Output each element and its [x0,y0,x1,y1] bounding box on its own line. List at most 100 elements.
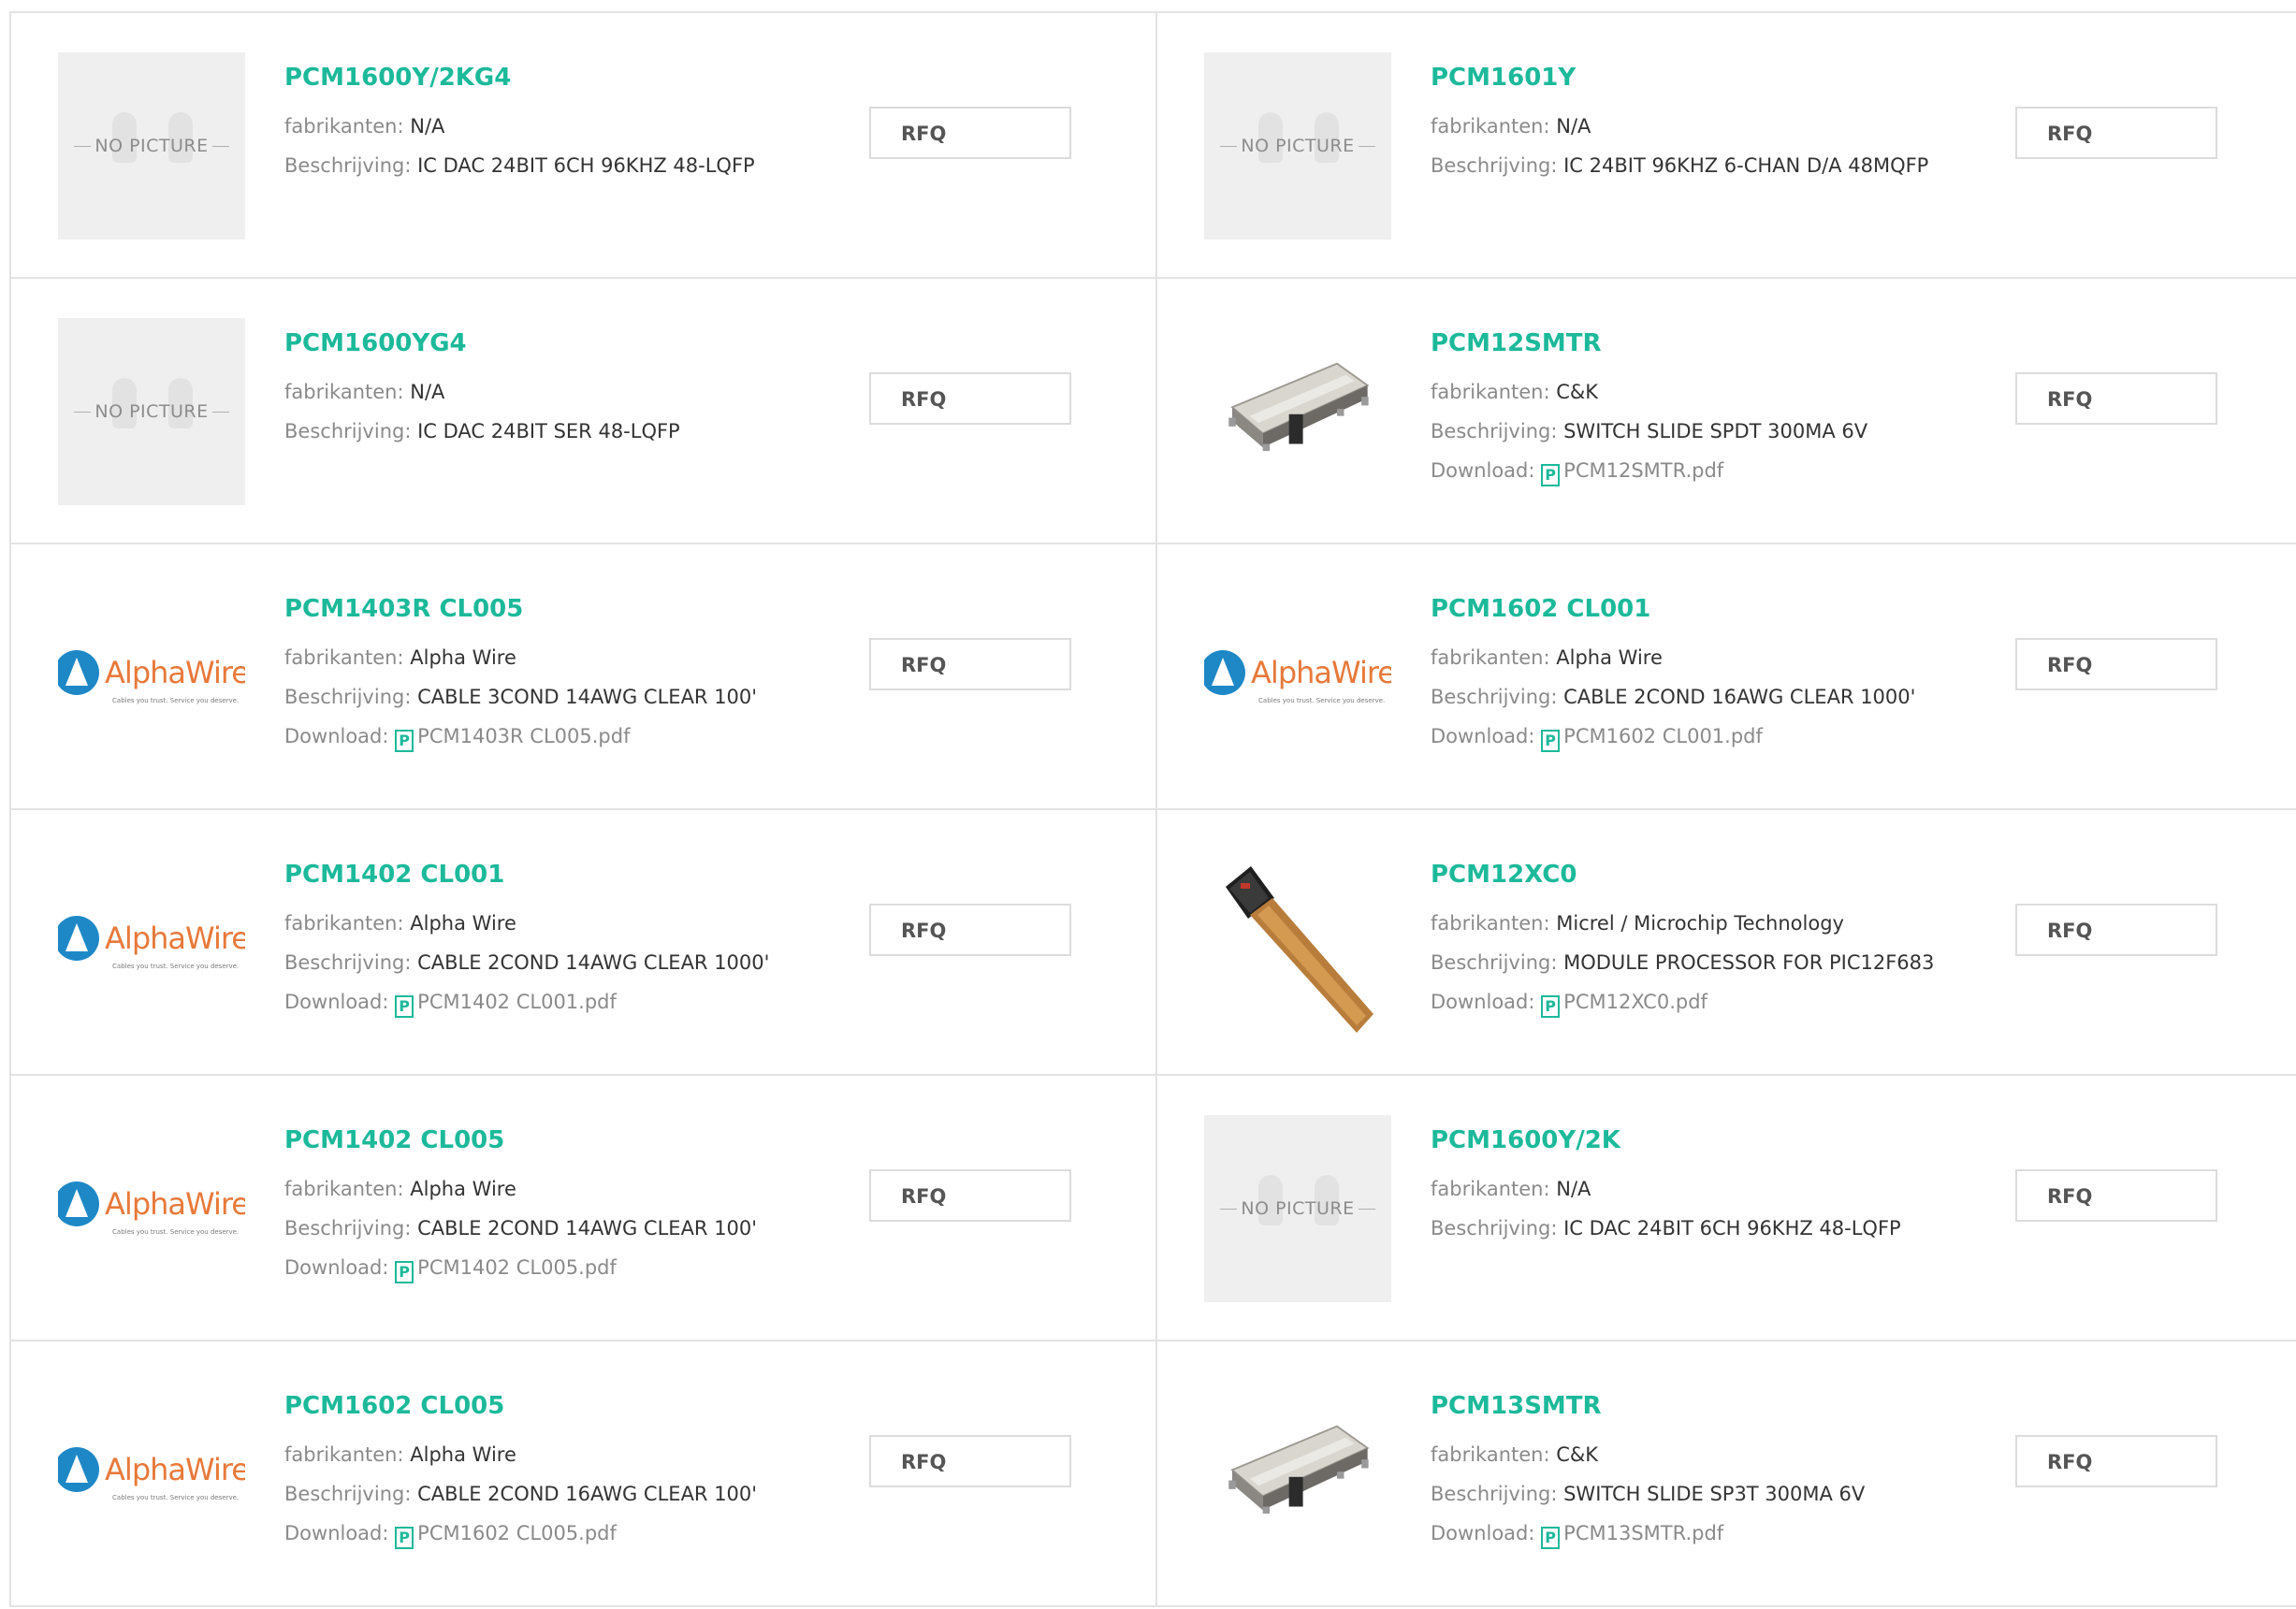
description-row: Beschrijving: IC DAC 24BIT 6CH 96KHZ 48-… [1431,1209,2011,1248]
product-info: PCM1600YG4 fabrikanten: N/A Beschrijving… [284,327,865,451]
part-number-link[interactable]: PCM1600Y/2K [1431,1124,2011,1156]
manufacturer-row: fabrikanten: Alpha Wire [284,904,865,943]
manufacturer-value: C&K [1556,381,1599,403]
alpha-wire-logo-icon [58,1181,100,1226]
part-number-link[interactable]: PCM1601Y [1431,62,2011,94]
download-label: Download: [284,725,389,747]
manufacturer-row: fabrikanten: Alpha Wire [284,1169,865,1209]
no-picture-text: NO PICTURE [74,401,228,422]
rfq-button[interactable]: RFQ [869,904,1071,956]
datasheet-filename[interactable]: PCM1403R CL005.pdf [417,725,630,747]
product-card: AlphaWire Cables you trust. Service you d… [11,1341,1157,1607]
manufacturer-label: fabrikanten: [1431,1178,1550,1200]
download-row: Download: P PCM1402 CL005.pdf [284,1248,865,1287]
download-row: Download: P PCM1602 CL005.pdf [284,1514,865,1553]
manufacturer-label: fabrikanten: [284,381,404,403]
rfq-button[interactable]: RFQ [2015,372,2217,425]
rfq-button[interactable]: RFQ [869,638,1071,690]
description-value: SWITCH SLIDE SPDT 300MA 6V [1563,420,1868,442]
rfq-button[interactable]: RFQ [2015,1435,2217,1487]
rfq-button[interactable]: RFQ [2015,904,2217,956]
product-image[interactable]: AlphaWire Cables you trust. Service you d… [58,584,245,771]
description-value: CABLE 2COND 14AWG CLEAR 100' [417,1217,758,1239]
product-card: NO PICTURE PCM1600Y/2KG4 fabrikanten: N/… [11,13,1157,279]
manufacturer-value: N/A [1556,115,1591,138]
product-image[interactable] [1204,849,1391,1036]
datasheet-link[interactable]: P PCM1602 CL005.pdf [395,1522,617,1549]
product-card: AlphaWire Cables you trust. Service you d… [11,544,1157,810]
datasheet-filename[interactable]: PCM1602 CL001.pdf [1563,725,1763,747]
rfq-button[interactable]: RFQ [2015,107,2217,159]
product-image[interactable]: AlphaWire Cables you trust. Service you d… [58,849,245,1036]
alpha-wire-logo-icon [58,650,100,695]
alpha-wire-logo-text: AlphaWire [105,1186,245,1222]
product-image[interactable]: AlphaWire Cables you trust. Service you d… [1204,584,1391,771]
rfq-button[interactable]: RFQ [869,1169,1071,1222]
product-image[interactable]: NO PICTURE [58,318,245,505]
product-image[interactable]: NO PICTURE [58,52,245,239]
part-number-link[interactable]: PCM1600YG4 [284,327,865,359]
description-label: Beschrijving: [284,951,412,974]
description-value: CABLE 2COND 16AWG CLEAR 100' [417,1483,758,1505]
no-picture-text: NO PICTURE [74,136,228,156]
part-number-link[interactable]: PCM13SMTR [1431,1390,2011,1422]
datasheet-link[interactable]: P PCM13SMTR.pdf [1541,1522,1723,1549]
product-image[interactable]: NO PICTURE [1204,1115,1391,1302]
product-image[interactable] [1204,1381,1391,1568]
part-number-link[interactable]: PCM12XC0 [1431,859,2011,891]
product-info: PCM1403R CL005 fabrikanten: Alpha Wire B… [284,593,865,756]
manufacturer-value: C&K [1556,1443,1599,1466]
datasheet-filename[interactable]: PCM1602 CL005.pdf [417,1522,617,1544]
description-label: Beschrijving: [284,1483,412,1505]
rfq-button[interactable]: RFQ [869,107,1071,159]
part-number-link[interactable]: PCM1403R CL005 [284,593,865,625]
product-image[interactable]: NO PICTURE [1204,52,1391,239]
datasheet-filename[interactable]: PCM12SMTR.pdf [1563,459,1723,482]
datasheet-link[interactable]: P PCM1402 CL005.pdf [395,1256,617,1283]
description-row: Beschrijving: SWITCH SLIDE SPDT 300MA 6V [1431,412,2011,451]
slide-switch-image [1228,362,1370,451]
datasheet-filename[interactable]: PCM1402 CL001.pdf [417,991,617,1013]
description-row: Beschrijving: IC DAC 24BIT SER 48-LQFP [284,412,865,451]
product-image[interactable]: AlphaWire Cables you trust. Service you d… [58,1115,245,1302]
datasheet-link[interactable]: P PCM1403R CL005.pdf [395,725,631,752]
product-image[interactable]: AlphaWire Cables you trust. Service you d… [58,1381,245,1568]
part-number-link[interactable]: PCM1602 CL001 [1431,593,2011,625]
datasheet-link[interactable]: P PCM1402 CL001.pdf [395,991,617,1018]
product-image[interactable] [1204,318,1391,505]
product-card: NO PICTURE PCM1600YG4 fabrikanten: N/A B… [11,279,1157,544]
manufacturer-row: fabrikanten: N/A [1431,1169,2011,1209]
rfq-button[interactable]: RFQ [2015,638,2217,690]
part-number-link[interactable]: PCM1402 CL001 [284,859,865,891]
datasheet-filename[interactable]: PCM13SMTR.pdf [1563,1522,1723,1544]
rfq-button[interactable]: RFQ [2015,1169,2217,1222]
rfq-button[interactable]: RFQ [869,372,1071,425]
part-number-link[interactable]: PCM1602 CL005 [284,1390,865,1422]
product-card: AlphaWire Cables you trust. Service you d… [11,810,1157,1076]
description-row: Beschrijving: CABLE 2COND 16AWG CLEAR 10… [284,1474,865,1514]
part-number-link[interactable]: PCM1402 CL005 [284,1124,865,1156]
description-row: Beschrijving: SWITCH SLIDE SP3T 300MA 6V [1431,1474,2011,1514]
rfq-button[interactable]: RFQ [869,1435,1071,1487]
product-info: PCM1602 CL001 fabrikanten: Alpha Wire Be… [1431,593,2011,756]
description-row: Beschrijving: IC 24BIT 96KHZ 6-CHAN D/A … [1431,146,2011,185]
part-number-link[interactable]: PCM1600Y/2KG4 [284,62,865,94]
datasheet-link[interactable]: P PCM12SMTR.pdf [1541,459,1723,486]
description-label: Beschrijving: [284,154,412,177]
datasheet-link[interactable]: P PCM12XC0.pdf [1541,991,1707,1018]
manufacturer-row: fabrikanten: Alpha Wire [284,1435,865,1474]
product-card: NO PICTURE PCM1601Y fabrikanten: N/A Bes… [1157,13,2296,279]
description-label: Beschrijving: [1431,951,1558,974]
download-label: Download: [284,1256,389,1279]
datasheet-filename[interactable]: PCM12XC0.pdf [1563,991,1707,1013]
description-row: Beschrijving: CABLE 3COND 14AWG CLEAR 10… [284,677,865,717]
manufacturer-row: fabrikanten: C&K [1431,1435,2011,1474]
manufacturer-label: fabrikanten: [284,1178,404,1200]
manufacturer-label: fabrikanten: [1431,646,1550,669]
datasheet-link[interactable]: P PCM1602 CL001.pdf [1541,725,1763,752]
manufacturer-value: Micrel / Microchip Technology [1556,912,1844,935]
manufacturer-row: fabrikanten: Alpha Wire [1431,638,2011,677]
part-number-link[interactable]: PCM12SMTR [1431,327,2011,359]
datasheet-filename[interactable]: PCM1402 CL005.pdf [417,1256,617,1279]
description-label: Beschrijving: [1431,1483,1558,1505]
